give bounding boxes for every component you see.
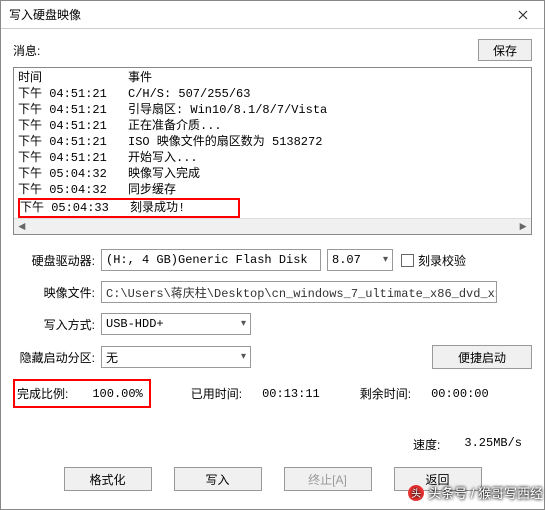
log-box: 时间 事件 下午 04:51:21C/H/S: 507/255/63 下午 04… <box>13 67 532 235</box>
progress-value: 100.00% <box>92 387 142 401</box>
image-path-input[interactable]: C:\Users\蒋庆柱\Desktop\cn_windows_7_ultima… <box>101 281 497 303</box>
hidden-partition-select[interactable]: 无▾ <box>101 346 251 368</box>
log-header-event: 事件 <box>128 70 527 86</box>
write-mode-label: 写入方式: <box>13 316 101 333</box>
save-button[interactable]: 保存 <box>478 39 532 61</box>
close-button[interactable] <box>502 1 544 29</box>
progress-block: 完成比例: 100.00% <box>13 379 151 408</box>
remain-label: 剩余时间: <box>360 385 411 402</box>
convenient-boot-button[interactable]: 便捷启动 <box>432 345 532 369</box>
progress-label: 完成比例: <box>17 385 68 402</box>
log-header-time: 时间 <box>18 70 128 86</box>
chevron-down-icon: ▾ <box>383 254 388 266</box>
write-button[interactable]: 写入 <box>174 467 262 491</box>
log-row: 下午 04:51:21开始写入... <box>18 150 527 166</box>
chevron-down-icon: ▾ <box>241 351 246 363</box>
scroll-right-icon[interactable]: ► <box>515 219 531 235</box>
verify-checkbox-wrap[interactable]: 刻录校验 <box>401 252 466 269</box>
message-label: 消息: <box>13 42 40 59</box>
drive-label: 硬盘驱动器: <box>13 252 101 269</box>
log-row: 下午 05:04:32同步缓存 <box>18 182 527 198</box>
log-header: 时间 事件 <box>18 70 527 86</box>
log-row: 下午 04:51:21C/H/S: 507/255/63 <box>18 86 527 102</box>
close-icon <box>518 10 528 20</box>
format-button[interactable]: 格式化 <box>64 467 152 491</box>
remain-value: 00:00:00 <box>431 387 489 401</box>
verify-checkbox[interactable] <box>401 254 414 267</box>
log-row-highlighted: 下午 05:04:33刻录成功! <box>18 198 240 218</box>
log-row: 下午 04:51:21正在准备介质... <box>18 118 527 134</box>
drive-select[interactable]: (H:, 4 GB)Generic Flash Disk <box>101 249 321 271</box>
log-row: 下午 04:51:21ISO 映像文件的扇区数为 5138272 <box>18 134 527 150</box>
speed-value: 3.25MB/s <box>464 436 522 453</box>
window-title: 写入硬盘映像 <box>9 6 81 23</box>
watermark-icon: 头 <box>408 485 424 501</box>
horizontal-scrollbar[interactable]: ◄ ► <box>14 218 531 234</box>
drive-extra-select[interactable]: 8.07▾ <box>327 249 393 271</box>
chevron-down-icon: ▾ <box>241 318 246 330</box>
elapsed-label: 已用时间: <box>191 385 242 402</box>
write-mode-select[interactable]: USB-HDD+▾ <box>101 313 251 335</box>
hidden-partition-label: 隐藏启动分区: <box>13 349 101 366</box>
log-row: 下午 05:04:32映像写入完成 <box>18 166 527 182</box>
abort-button: 终止[A] <box>284 467 372 491</box>
titlebar: 写入硬盘映像 <box>1 1 544 29</box>
speed-label: 速度: <box>413 436 440 453</box>
watermark: 头 头条号 / 猴哥写西经 <box>408 483 543 502</box>
scroll-left-icon[interactable]: ◄ <box>14 219 30 235</box>
elapsed-value: 00:13:11 <box>262 387 320 401</box>
image-label: 映像文件: <box>13 284 101 301</box>
log-row: 下午 04:51:21引导扇区: Win10/8.1/8/7/Vista <box>18 102 527 118</box>
verify-label: 刻录校验 <box>418 252 466 269</box>
